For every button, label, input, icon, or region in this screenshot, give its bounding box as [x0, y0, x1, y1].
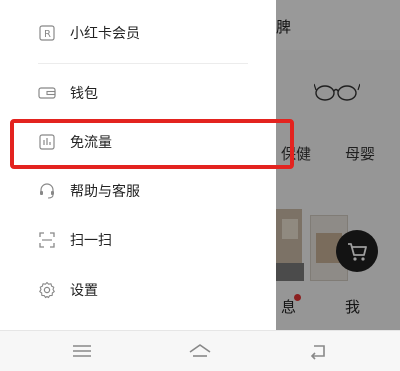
- back-icon[interactable]: [306, 341, 330, 361]
- menu-item-scan[interactable]: 扫一扫: [0, 220, 276, 260]
- r-card-icon: R: [38, 24, 56, 42]
- home-icon[interactable]: [188, 341, 212, 361]
- svg-text:R: R: [44, 29, 51, 40]
- menu-item-label: 钱包: [70, 86, 98, 102]
- menu-item-label: 设置: [70, 283, 98, 299]
- menu-item-label: 扫一扫: [70, 233, 112, 249]
- menu-item-membership[interactable]: R 小红卡会员: [0, 13, 276, 53]
- menu-item-label: 小红卡会员: [70, 26, 140, 42]
- wallet-icon: [38, 84, 56, 102]
- menu-item-label: 帮助与客服: [70, 184, 140, 200]
- gear-icon: [38, 281, 56, 299]
- headset-icon: [38, 182, 56, 200]
- menu-item-settings[interactable]: 设置: [0, 270, 276, 310]
- system-navigation-bar: [0, 330, 400, 371]
- menu-item-wallet[interactable]: 钱包: [0, 73, 276, 113]
- menu-divider: [38, 63, 248, 64]
- menu-item-help[interactable]: 帮助与客服: [0, 171, 276, 211]
- highlight-annotation: [10, 119, 294, 169]
- scan-icon: [38, 231, 56, 249]
- menu-icon[interactable]: [70, 341, 94, 361]
